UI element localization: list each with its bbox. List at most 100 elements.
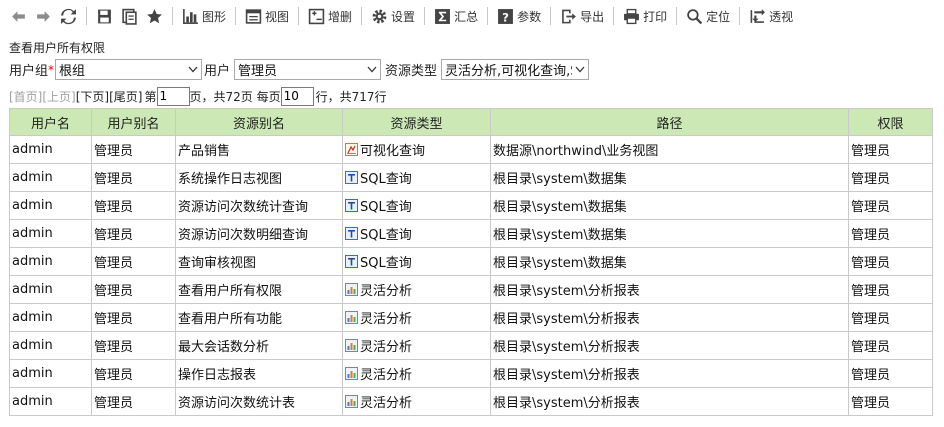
col-path-header[interactable]: 路径 [490,108,849,136]
cell-path: 根目录\system\分析报表 [490,331,849,360]
cell-user-alias: 管理员 [91,135,176,164]
cell-permission: 管理员 [848,387,933,416]
bar-chart-icon [183,8,198,24]
toolbar-separator [550,7,552,25]
locate-label: 定位 [706,9,731,24]
cell-permission: 管理员 [848,219,933,248]
table-row[interactable]: admin 管理员 操作日志报表 灵活分析 根目录\system\分析报表 管理员 [9,359,933,388]
col-username-header[interactable]: 用户名 [9,108,92,136]
cell-path: 根目录\system\分析报表 [490,387,849,416]
cell-path: 根目录\system\分析报表 [490,359,849,388]
table-body: admin 管理员 产品销售 可视化查询 数据源\northwind\业务视图 管理员 ad… [9,135,933,416]
col-permission-header[interactable]: 权限 [848,108,933,136]
toolbar-separator [86,7,87,25]
cell-resource-alias: 产品销售 [175,135,343,164]
per-page-suffix: 行，共717行 [315,89,387,104]
page-number-input[interactable] [156,86,190,106]
resource-type-text: SQL查询 [360,256,412,271]
cell-resource-alias: 系统操作日志视图 [175,163,343,192]
cell-permission: 管理员 [848,275,933,304]
col-resource-alias-header[interactable]: 资源别名 [175,108,343,136]
prev-page-link[interactable]: [上页] [42,88,75,105]
first-page-link[interactable]: [首页] [9,88,42,105]
toolbar-separator [172,7,173,25]
resource-type-wrap: 可视化查询 [345,140,488,159]
cell-resource-type: SQL查询 [342,247,491,276]
resource-type-label: 资源类型 [385,64,438,79]
table-row[interactable]: admin 管理员 查询审核视图 SQL查询 根目录\system\数据集 管理员 [9,247,933,276]
chevron-down-icon [364,60,380,79]
cell-user-alias: 管理员 [91,275,176,304]
refresh-button[interactable] [56,4,81,28]
table-row[interactable]: admin 管理员 系统操作日志视图 SQL查询 根目录\system\数据集 管理员 [9,163,933,192]
summary-button[interactable]: 汇总 [430,4,482,28]
table-row[interactable]: admin 管理员 产品销售 可视化查询 数据源\northwind\业务视图 管理员 [9,135,933,164]
user-group-value: 根组 [59,64,86,79]
table-row[interactable]: admin 管理员 资源访问次数统计表 灵活分析 根目录\system\分析报表 管理员 [9,387,933,416]
pivot-icon [750,8,766,23]
sql-query-icon [345,227,360,240]
cell-path: 根目录\system\数据集 [490,191,849,220]
table-row[interactable]: admin 管理员 最大会话数分析 灵活分析 根目录\system\分析报表 管理员 [9,331,933,360]
resource-type-text: SQL查询 [360,172,412,187]
save-as-button[interactable] [117,4,142,28]
user-group-label: 用户组 [9,64,49,79]
printer-icon [624,8,640,24]
table-row[interactable]: admin 管理员 查看用户所有功能 灵活分析 根目录\system\分析报表 管理员 [9,303,933,332]
svg-text:?: ? [502,10,509,24]
cell-path: 根目录\system\数据集 [490,247,849,276]
cell-resource-alias: 查看用户所有功能 [175,303,343,332]
cell-resource-alias: 查看用户所有权限 [175,275,343,304]
cell-resource-type: SQL查询 [342,219,491,248]
cell-username: admin [9,359,92,388]
cell-user-alias: 管理员 [91,387,176,416]
print-button[interactable]: 打印 [619,4,671,28]
edit-button[interactable]: 增删 [304,4,356,28]
question-icon: ? [498,8,514,24]
resource-type-select[interactable]: 灵活分析,可视化查询,S [441,59,590,80]
table-row[interactable]: admin 管理员 资源访问次数明细查询 SQL查询 根目录\system\数据集 管理员 [9,219,933,248]
save-button[interactable] [92,4,117,28]
locate-button[interactable]: 定位 [682,4,734,28]
col-resource-type-header[interactable]: 资源类型 [342,108,491,136]
toolbar-separator [235,7,237,25]
resource-type-wrap: SQL查询 [345,168,488,187]
settings-button[interactable]: 设置 [367,4,419,28]
forward-button[interactable] [31,4,56,28]
view-label: 视图 [265,9,290,24]
last-page-link[interactable]: [尾页] [109,88,142,105]
cell-path: 根目录\system\分析报表 [490,303,849,332]
cell-user-alias: 管理员 [91,247,176,276]
toolbar-separator [739,7,741,25]
chart-button[interactable]: 图形 [178,4,230,28]
cell-username: admin [9,163,92,192]
page-suffix: 页，共72页 每页 [189,89,281,104]
cell-username: admin [9,191,92,220]
cell-user-alias: 管理员 [91,219,176,248]
cell-resource-alias: 资源访问次数明细查询 [175,219,343,248]
user-select[interactable]: 管理员 [234,59,382,80]
table-row[interactable]: admin 管理员 查看用户所有权限 灵活分析 根目录\system\分析报表 管理员 [9,275,933,304]
next-page-link[interactable]: [下页] [76,88,109,105]
cell-username: admin [9,247,92,276]
favorite-button[interactable] [142,4,167,28]
resource-type-text: 灵活分析 [360,312,413,327]
view-button[interactable]: 视图 [241,4,293,28]
gear-icon [372,9,387,23]
cell-user-alias: 管理员 [91,331,176,360]
export-label: 导出 [580,9,605,24]
rows-per-page-input[interactable] [280,86,314,106]
filter-row: 用户组 * 根组 用户 管理员 资源类型 灵活分析,可视化查询,S [9,59,590,80]
table-row[interactable]: admin 管理员 资源访问次数统计查询 SQL查询 根目录\system\数据集 管理员 [9,191,933,220]
user-group-select[interactable]: 根组 [55,59,203,80]
col-user-alias-header[interactable]: 用户别名 [91,108,176,136]
params-button[interactable]: ? 参数 [493,4,545,28]
pivot-button[interactable]: 透视 [745,4,797,28]
back-button[interactable] [6,4,31,28]
cell-permission: 管理员 [848,191,933,220]
toolbar: 图形 视图 增删 设置 汇总 ? 参数 导出 打印 定位 透视 [0,0,944,32]
sigma-icon [435,8,450,24]
cell-user-alias: 管理员 [91,191,176,220]
export-button[interactable]: 导出 [556,4,608,28]
chart-label: 图形 [202,9,227,24]
